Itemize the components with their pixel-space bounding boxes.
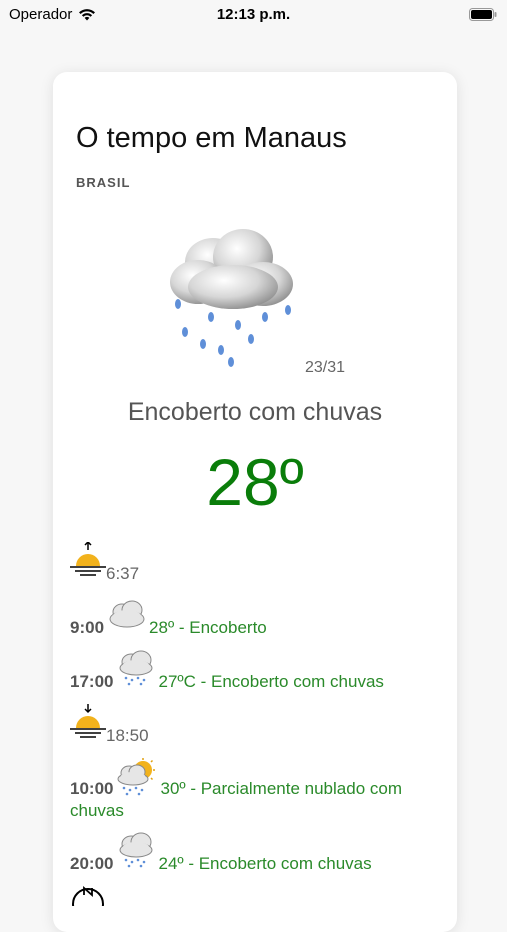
battery-icon bbox=[469, 8, 497, 21]
page-title: O tempo em Manaus bbox=[76, 122, 347, 154]
current-condition: Encoberto com chuvas bbox=[127, 398, 383, 426]
forecast-hour: 20:00 bbox=[70, 854, 114, 873]
status-bar: Operador 12:13 p.m. bbox=[0, 0, 507, 30]
current-temperature: 28º bbox=[206, 445, 304, 519]
min-max-temp: 23/31 bbox=[305, 359, 346, 376]
cloud-rain-icon bbox=[119, 832, 153, 868]
sunset-time: 18:50 bbox=[106, 726, 149, 745]
forecast-text: 30º - Parcialmente nublado com bbox=[160, 779, 402, 798]
forecast-text: 28º - Encoberto bbox=[149, 618, 267, 637]
sun-cloud-rain-icon bbox=[117, 758, 156, 796]
status-time: 12:13 p.m. bbox=[216, 6, 291, 23]
forecast-text: 27ºC - Encoberto com chuvas bbox=[158, 672, 384, 691]
forecast-row: 17:00 27ºC - Encoberto com chuvas bbox=[70, 650, 384, 692]
forecast-row: 10:00 30º - Parcialmente nublado com bbox=[70, 758, 440, 799]
weather-card: O tempo em Manaus BRASIL 23/31 Encoberto… bbox=[53, 72, 457, 932]
sunrise-icon bbox=[70, 542, 106, 576]
sunrise-time: 6:37 bbox=[106, 564, 140, 583]
forecast-hour: 10:00 bbox=[70, 779, 114, 798]
forecast-hour: 17:00 bbox=[70, 672, 114, 691]
forecast-text-continued: chuvas bbox=[70, 801, 124, 820]
cloud-rain-icon bbox=[119, 650, 153, 686]
country-label: BRASIL bbox=[76, 175, 131, 190]
sunrise-row: 6:37 bbox=[70, 542, 139, 584]
sunset-row: 18:50 bbox=[70, 704, 149, 746]
cloud-rain-icon bbox=[170, 229, 293, 367]
compass-icon bbox=[72, 886, 104, 906]
sunset-icon bbox=[70, 704, 106, 738]
forecast-text: 24º - Encoberto com chuvas bbox=[158, 854, 372, 873]
forecast-hour: 9:00 bbox=[70, 618, 105, 637]
forecast-row: 20:00 24º - Encoberto com chuvas bbox=[70, 832, 372, 874]
cloud-icon bbox=[109, 600, 145, 628]
forecast-row: 9:00 28º - Encoberto bbox=[70, 598, 267, 638]
